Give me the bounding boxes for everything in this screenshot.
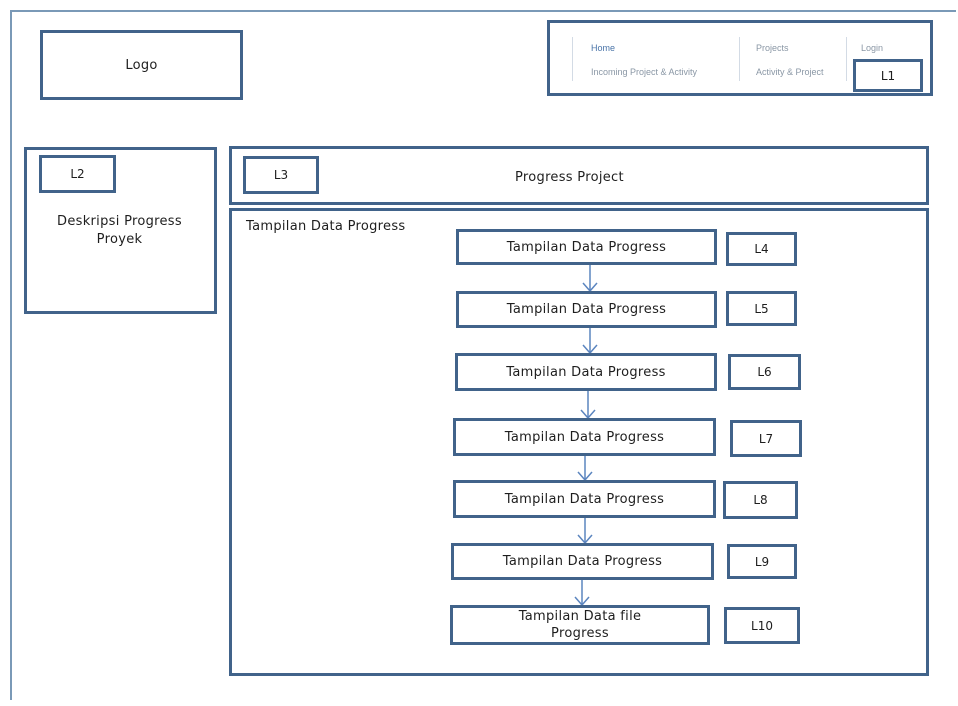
flow-arrow: [582, 328, 598, 355]
step-box-7[interactable]: Tampilan Data file Progress: [450, 605, 710, 645]
step-tag-l9: L9: [727, 544, 797, 579]
step-label: Tampilan Data Progress: [502, 554, 663, 569]
step-box-5[interactable]: Tampilan Data Progress: [453, 480, 716, 518]
flow-arrow: [577, 456, 593, 482]
step-label: Tampilan Data Progress: [506, 302, 667, 317]
step-label: Tampilan Data Progress: [506, 239, 667, 255]
step-tag-l10: L10: [724, 607, 800, 644]
step-tag-l7: L7: [730, 420, 802, 457]
step-label: Tampilan Data file Progress: [518, 609, 642, 641]
step-box-3[interactable]: Tampilan Data Progress: [455, 353, 717, 391]
step-tag-label: L10: [751, 618, 773, 633]
step-box-4[interactable]: Tampilan Data Progress: [453, 418, 716, 456]
step-tag-l5: L5: [726, 291, 797, 326]
step-tag-label: L6: [757, 365, 772, 379]
step-tag-label: L4: [754, 242, 769, 256]
step-tag-label: L7: [758, 431, 774, 446]
step-label: Tampilan Data Progress: [504, 491, 665, 507]
step-tag-l6: L6: [728, 354, 801, 390]
step-box-1[interactable]: Tampilan Data Progress: [456, 229, 717, 265]
step-box-6[interactable]: Tampilan Data Progress: [451, 543, 714, 580]
step-label: Tampilan Data Progress: [506, 364, 666, 380]
flow-arrow: [582, 265, 598, 293]
step-tag-label: L9: [754, 554, 770, 569]
step-tag-l4: L4: [726, 232, 797, 266]
flow-arrow: [577, 518, 593, 545]
flow-arrow: [580, 391, 596, 420]
step-label: Tampilan Data Progress: [504, 429, 665, 445]
step-tag-l8: L8: [723, 481, 798, 519]
step-box-2[interactable]: Tampilan Data Progress: [456, 291, 717, 328]
step-tag-label: L8: [753, 493, 768, 507]
step-tag-label: L5: [754, 301, 769, 316]
flow-arrow: [574, 580, 590, 607]
